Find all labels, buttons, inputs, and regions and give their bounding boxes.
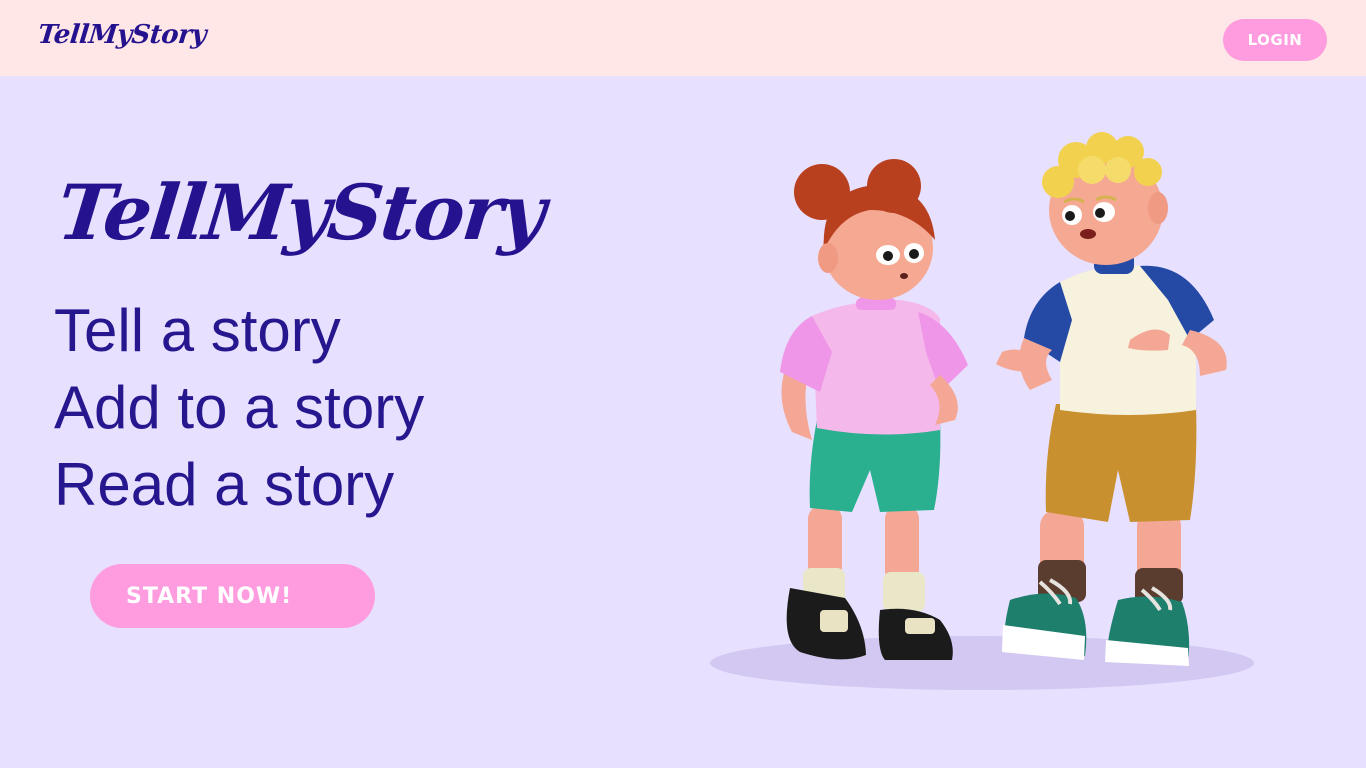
girl-figure [780,159,968,660]
kids-illustration [710,132,1254,690]
hero-title: TellMyStory [53,168,548,257]
top-nav-bar: TellMyStory LOGIN [0,0,1366,76]
boy-figure [996,132,1227,666]
tagline-read: Read a story [54,451,395,518]
logo[interactable]: TellMyStory [36,20,207,50]
start-now-button[interactable]: START NOW! [90,564,375,628]
login-button[interactable]: LOGIN [1223,19,1327,61]
tagline-tell: Tell a story [54,297,341,364]
tagline-add: Add to a story [54,374,425,441]
